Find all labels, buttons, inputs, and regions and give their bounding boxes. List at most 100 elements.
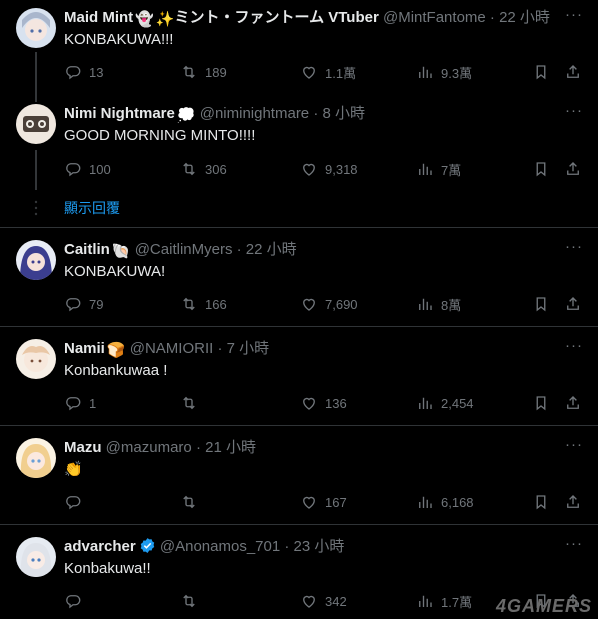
tweet-text: Konbankuwaa ! (64, 362, 168, 379)
bookmark-button[interactable] (532, 491, 550, 513)
share-icon (567, 396, 579, 409)
avatar[interactable] (16, 438, 56, 478)
handle[interactable]: @NAMIORII (130, 340, 214, 357)
bookmark-button[interactable] (532, 158, 550, 180)
like-button[interactable]: 9,318 (300, 158, 358, 180)
avatar[interactable] (16, 537, 56, 577)
display-name[interactable]: Namii (64, 340, 105, 357)
like-button[interactable]: 136 (300, 392, 347, 414)
bookmark-icon (536, 297, 546, 312)
like-button[interactable]: 342 (300, 590, 347, 612)
display-name[interactable]: Mazu (64, 439, 102, 456)
reply-count: 1 (89, 395, 97, 411)
bookmark-icon (536, 162, 546, 177)
like-button[interactable]: 167 (300, 491, 347, 513)
retweet-icon (183, 162, 195, 176)
views-button[interactable]: 9.3萬 (416, 61, 472, 83)
reply-button[interactable]: 79 (64, 293, 103, 315)
retweet-button[interactable]: 166 (180, 293, 227, 315)
share-button[interactable] (564, 491, 582, 513)
avatar[interactable] (16, 8, 56, 48)
display-name[interactable]: Caitlin (64, 241, 110, 258)
tweet-actions: 100 306 9,318 7萬 (56, 158, 584, 180)
retweet-button[interactable]: 189 (180, 61, 227, 83)
more-options-button[interactable]: ··· (564, 103, 584, 124)
watermark: 4GAMERS (495, 596, 592, 616)
retweet-icon (183, 495, 195, 509)
views-button[interactable]: 7萬 (416, 158, 461, 180)
like-count: 167 (325, 494, 347, 510)
share-button[interactable] (564, 293, 582, 315)
like-icon (303, 298, 315, 311)
tweet-actions: 1 136 2,454 (56, 392, 584, 414)
share-button[interactable] (564, 61, 582, 83)
share-button[interactable] (564, 392, 582, 414)
retweet-icon (183, 594, 195, 608)
reply-icon (66, 66, 81, 80)
display-name[interactable]: Maid Mint (64, 9, 133, 26)
more-options-button[interactable]: ··· (564, 536, 584, 557)
bookmark-button[interactable] (532, 61, 550, 83)
display-name[interactable]: advarcher (64, 538, 136, 555)
avatar[interactable] (16, 104, 56, 144)
show-replies-link[interactable]: 顯示回覆 (64, 199, 120, 217)
tweet[interactable]: Caitlin 🐚 @CaitlinMyers · 22 小時 ··· KONBA… (0, 228, 598, 326)
bookmark-icon (536, 65, 546, 80)
views-button[interactable]: 2,454 (416, 392, 474, 414)
tweet-actions: 167 6,168 (56, 491, 584, 513)
views-count: 7萬 (441, 162, 462, 178)
bookmark-button[interactable] (532, 293, 550, 315)
like-button[interactable]: 7,690 (300, 293, 358, 315)
timestamp[interactable]: · 21 小時 (196, 439, 256, 456)
timestamp[interactable]: · 8 小時 (313, 105, 365, 122)
more-options-button[interactable]: ··· (564, 7, 584, 28)
views-button[interactable]: 1.7萬 (416, 590, 472, 612)
retweet-button[interactable] (180, 392, 205, 414)
share-icon (567, 65, 579, 78)
tweet[interactable]: Namii 🍞 @NAMIORII · 7 小時 ··· Konbankuwaa … (0, 327, 598, 425)
handle[interactable]: @Anonamos_701 (160, 538, 280, 555)
share-icon (567, 162, 579, 175)
avatar[interactable] (16, 339, 56, 379)
views-count: 6,168 (441, 494, 474, 510)
share-button[interactable] (564, 158, 582, 180)
reply-button[interactable] (64, 491, 89, 513)
reply-button[interactable]: 100 (64, 158, 111, 180)
share-icon (567, 495, 579, 508)
more-options-button[interactable]: ··· (564, 239, 584, 260)
retweet-icon (183, 396, 195, 410)
handle[interactable]: @CaitlinMyers (135, 241, 233, 258)
reply-button[interactable]: 1 (64, 392, 96, 414)
display-name[interactable]: Nimi Nightmare (64, 105, 175, 122)
like-button[interactable]: 1.1萬 (300, 61, 356, 83)
views-icon (419, 496, 432, 508)
tweet[interactable]: Mazu @mazumaro · 21 小時 ··· 👏 167 6,168 (0, 426, 598, 524)
timestamp[interactable]: · 7 小時 (217, 340, 269, 357)
sparkles-icon: ✨ (155, 11, 175, 28)
reply-button[interactable]: 13 (64, 61, 103, 83)
more-options-button[interactable]: ··· (564, 437, 584, 458)
retweet-button[interactable]: 306 (180, 158, 227, 180)
timestamp[interactable]: · 22 小時 (490, 9, 550, 26)
avatar[interactable] (16, 240, 56, 280)
retweet-button[interactable] (180, 590, 205, 612)
handle[interactable]: @mazumaro (106, 439, 192, 456)
reply-icon (66, 496, 81, 510)
more-options-button[interactable]: ··· (564, 338, 584, 359)
views-button[interactable]: 8萬 (416, 293, 461, 315)
tweet-header: Caitlin 🐚 @CaitlinMyers · 22 小時 (64, 240, 297, 260)
like-icon (303, 397, 315, 410)
tweet[interactable]: Maid Mint 👻 ✨ミント・ファントーム VTuber @MintFantom… (0, 0, 598, 100)
timestamp[interactable]: · 22 小時 (237, 241, 297, 258)
bookmark-button[interactable] (532, 392, 550, 414)
handle[interactable]: @niminightmare (200, 105, 309, 122)
reply-button[interactable] (64, 590, 89, 612)
verified-badge-icon (140, 538, 154, 553)
like-icon (303, 66, 315, 79)
like-count: 9,318 (325, 161, 358, 177)
timestamp[interactable]: · 23 小時 (284, 538, 344, 555)
reply-icon (66, 298, 81, 312)
handle[interactable]: @MintFantome (383, 9, 486, 26)
views-button[interactable]: 6,168 (416, 491, 474, 513)
retweet-button[interactable] (180, 491, 205, 513)
